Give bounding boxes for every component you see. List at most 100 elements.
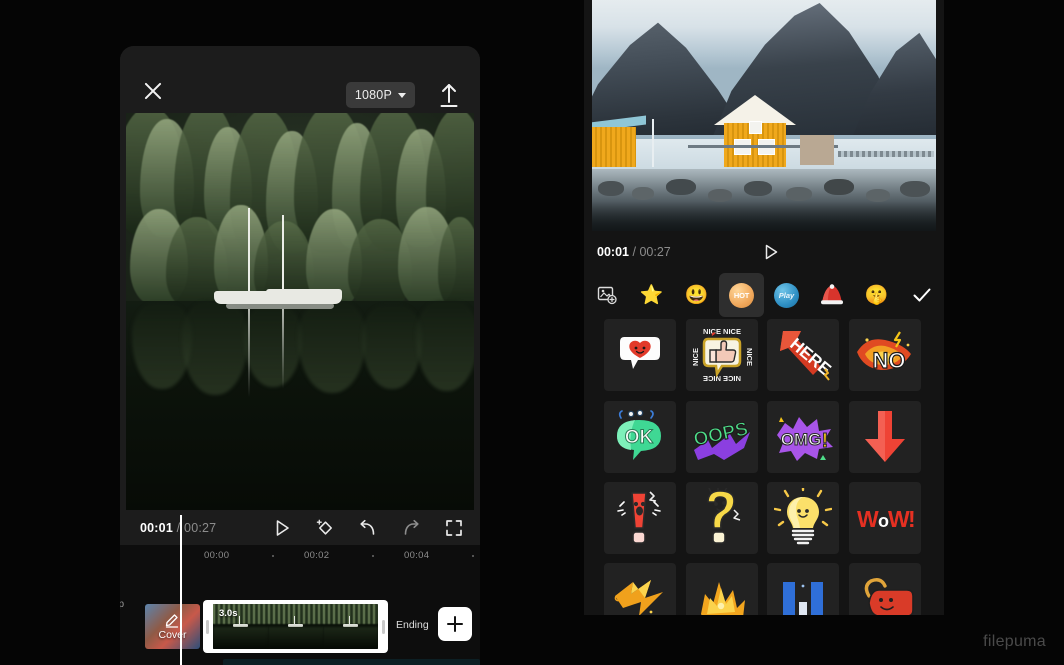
ruler-tick: 00:02 — [304, 550, 330, 561]
dock-structure — [800, 135, 834, 165]
clip-trim-handle-right[interactable] — [382, 620, 385, 634]
exclamation-sticker[interactable] — [604, 482, 676, 554]
cover-thumbnail[interactable]: Cover — [145, 604, 200, 649]
sticker-grid[interactable]: NICE NICE NICE NICE NICE NICE HERE NO OK… — [604, 319, 930, 615]
clip-duration-label: 3.0s — [219, 608, 238, 619]
play-ball-icon: Play — [774, 282, 799, 308]
control-icons — [272, 518, 464, 538]
pole — [652, 119, 654, 167]
resolution-selector[interactable]: 1080P — [345, 82, 415, 108]
total-time: 00:27 — [639, 245, 671, 259]
close-icon[interactable] — [142, 80, 164, 102]
tab-wink[interactable]: 🤫 — [854, 273, 899, 317]
time-separator: / — [632, 245, 636, 259]
video-preview[interactable] — [126, 113, 474, 510]
lightbulb-sticker[interactable] — [767, 482, 839, 554]
svg-text:NICE: NICE — [691, 348, 700, 366]
tab-confirm[interactable] — [899, 273, 944, 317]
starburst-sticker[interactable] — [686, 563, 758, 615]
selected-clip[interactable]: 3.0s — [203, 600, 388, 653]
timeline-playhead[interactable] — [180, 515, 182, 665]
ruler-tick: 00:04 — [404, 550, 430, 561]
ok-icon: OK — [617, 409, 661, 460]
tab-play[interactable]: Play — [764, 273, 809, 317]
down-arrow-sticker[interactable] — [849, 401, 921, 473]
ruler-dot — [272, 555, 274, 557]
redo-icon[interactable] — [401, 518, 421, 538]
heart-bubble-sticker[interactable] — [604, 319, 676, 391]
wow-sticker[interactable]: W o W ! — [849, 482, 921, 554]
tab-santa-hat[interactable] — [809, 273, 854, 317]
check-icon — [913, 288, 930, 302]
omg-icon: OMG ! — [777, 417, 833, 461]
blue-bars-sticker[interactable] — [767, 563, 839, 615]
down-arrow-icon — [865, 411, 905, 462]
hot-icon: HOT — [729, 282, 754, 308]
magic-effects-icon[interactable] — [315, 518, 335, 538]
timeline[interactable]: lip › Cover — [120, 567, 480, 665]
playback-control-bar: 00:01 / 00:27 — [120, 510, 480, 545]
current-time: 00:01 — [597, 245, 629, 259]
santa-hat-icon — [820, 284, 843, 305]
wink-face-icon: 🤫 — [864, 284, 889, 306]
svg-text:NICE NICE: NICE NICE — [703, 327, 741, 336]
ruler-dot — [372, 555, 374, 557]
add-clip-button[interactable] — [438, 607, 472, 641]
redtag-icon — [864, 578, 914, 615]
bluebars-icon — [783, 582, 823, 615]
watermark: filepuma — [983, 633, 1046, 650]
nice-thumb-icon: NICE NICE NICE NICE NICE NICE — [691, 327, 754, 383]
yellow-house-main — [714, 95, 796, 167]
svg-text:!: ! — [822, 430, 829, 452]
undo-icon[interactable] — [358, 518, 378, 538]
oops-icon: OOPS — [691, 418, 750, 460]
ruler-dot — [472, 555, 474, 557]
screen: 1080P 00:01 / 00:27 00:00 00:02 00:04 p … — [0, 0, 1064, 665]
total-time: 00:27 — [184, 520, 217, 535]
lightning-sticker[interactable] — [604, 563, 676, 615]
omg-sticker[interactable]: OMG ! — [767, 401, 839, 473]
no-flame-sticker[interactable]: NO — [849, 319, 921, 391]
wow-icon: W o W ! — [857, 506, 916, 532]
question-icon — [707, 488, 741, 544]
bulb-icon — [774, 488, 832, 545]
clip-trim-handle-left[interactable] — [206, 620, 209, 634]
svg-text:NO: NO — [873, 348, 906, 373]
tab-star[interactable]: ⭐ — [629, 273, 674, 317]
nice-thumbsup-sticker[interactable]: NICE NICE NICE NICE NICE NICE — [686, 319, 758, 391]
sticker-timecode: 00:01 / 00:27 — [597, 245, 671, 259]
here-arrow-icon: HERE — [780, 331, 835, 381]
sticker-video-preview[interactable] — [592, 0, 936, 231]
chevron-down-icon — [398, 92, 406, 98]
svg-text:NICE: NICE — [745, 348, 754, 366]
oops-sticker[interactable]: OOPS — [686, 401, 758, 473]
previous-clip-label: lip — [120, 599, 125, 610]
timeline-ruler[interactable]: 00:00 00:02 00:04 — [120, 545, 480, 567]
tab-hot[interactable]: HOT — [719, 273, 764, 317]
pier — [838, 151, 934, 157]
sticker-picker-panel: 00:01 / 00:27 ⭐ 😃 HOT Play 🤫 NICE NICE N… — [584, 0, 944, 615]
audio-track[interactable]: Sound collection — [223, 659, 480, 665]
smiley-icon: 😃 — [684, 284, 709, 306]
cover-label: Cover — [158, 628, 187, 641]
svg-text:NICE NICE: NICE NICE — [703, 374, 741, 383]
upload-icon[interactable] — [436, 81, 462, 109]
svg-text:W: W — [857, 506, 879, 532]
play-icon[interactable] — [762, 243, 780, 261]
video-editor-panel: 1080P 00:01 / 00:27 00:00 00:02 00:04 p … — [120, 46, 480, 665]
question-sticker[interactable] — [686, 482, 758, 554]
exclaim-icon — [617, 491, 661, 544]
current-time: 00:01 — [140, 520, 173, 535]
editor-topbar: 1080P — [120, 46, 480, 110]
here-arrow-sticker[interactable]: HERE — [767, 319, 839, 391]
tab-emoji[interactable]: 😃 — [674, 273, 719, 317]
fullscreen-icon[interactable] — [444, 518, 464, 538]
tab-add-image[interactable] — [584, 273, 629, 317]
previous-clip-partial[interactable]: lip › — [120, 599, 124, 624]
svg-text:OMG: OMG — [781, 430, 822, 449]
red-tag-sticker[interactable] — [849, 563, 921, 615]
play-icon[interactable] — [272, 518, 292, 538]
pencil-edit-icon — [165, 613, 179, 628]
ok-sticker[interactable]: OK — [604, 401, 676, 473]
ending-clip-label[interactable]: Ending — [396, 619, 429, 631]
